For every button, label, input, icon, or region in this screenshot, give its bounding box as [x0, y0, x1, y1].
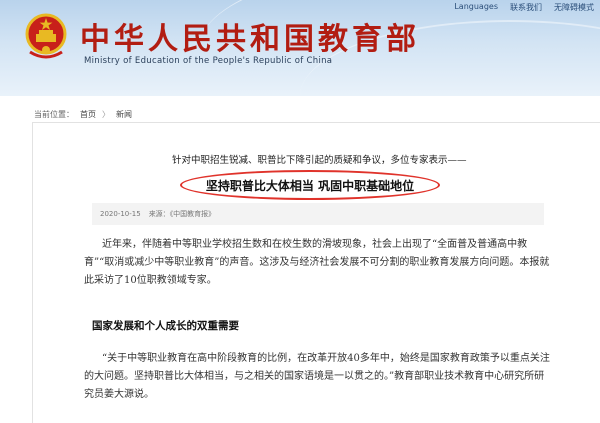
breadcrumb-home-link[interactable]: 首页 — [80, 109, 96, 120]
site-title[interactable]: 中华人民共和国教育部 — [80, 14, 420, 58]
article-paragraph: 近年来，伴随着中等职业学校招生数和在校生数的滑坡现象，社会上出现了“全面普及普通… — [84, 236, 554, 290]
paragraph-text: 近年来，伴随着中等职业学校招生数和在校生数的滑坡现象，社会上出现了“全面普及普通… — [84, 239, 550, 286]
breadcrumb-news-link[interactable]: 新闻 — [116, 109, 132, 120]
breadcrumb-separator: 〉 — [102, 110, 110, 119]
article-date: 2020-10-15 — [100, 210, 141, 218]
article-paragraph: “关于中等职业教育在高中阶段教育的比例，在改革开放40多年中，始终是国家教育政策… — [84, 350, 554, 404]
paragraph-text: “关于中等职业教育在高中阶段教育的比例，在改革开放40多年中，始终是国家教育政策… — [84, 353, 550, 400]
article-title-highlight: 坚持职普比大体相当 巩固中职基础地位 — [180, 170, 440, 200]
article-title: 坚持职普比大体相当 巩固中职基础地位 — [205, 178, 415, 193]
top-links: Languages 联系我们 无障碍模式 — [454, 2, 594, 13]
languages-link[interactable]: Languages — [454, 2, 498, 13]
article-meta: 2020-10-15 来源：《中国教育报》 — [92, 203, 544, 225]
site-subtitle: Ministry of Education of the People's Re… — [84, 56, 333, 66]
accessibility-link[interactable]: 无障碍模式 — [554, 2, 594, 13]
contact-link[interactable]: 联系我们 — [510, 2, 542, 13]
article-pre-headline: 针对中职招生锐减、职普比下降引起的质疑和争议，多位专家表示—— — [172, 155, 467, 166]
section-heading: 国家发展和个人成长的双重需要 — [92, 320, 239, 332]
article-source: 来源：《中国教育报》 — [148, 210, 216, 218]
national-emblem-icon — [25, 13, 67, 59]
breadcrumb-label: 当前位置： — [34, 110, 74, 119]
breadcrumb: 当前位置： 首页 〉 新闻 — [34, 109, 132, 120]
site-header: Languages 联系我们 无障碍模式 中华人民共和国教育部 Ministry… — [0, 0, 600, 96]
